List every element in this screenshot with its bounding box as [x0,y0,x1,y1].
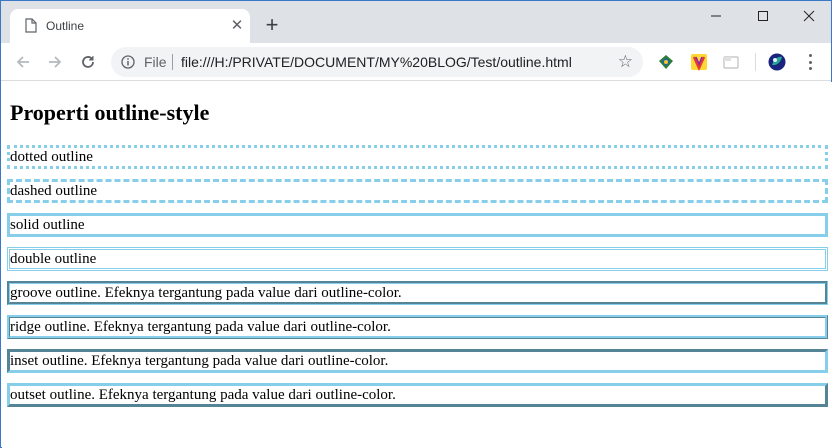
back-arrow-icon [16,56,29,68]
back-button[interactable] [10,49,36,75]
maximize-button[interactable] [740,1,786,31]
extension-icon[interactable] [690,53,708,71]
maximize-icon [758,11,768,21]
address-bar[interactable]: File file:///H:/PRIVATE/DOCUMENT/MY%20BL… [111,47,643,77]
minimize-icon [711,15,721,17]
page-content: Properti outline-style dotted outline da… [2,82,832,448]
tab-strip: Outline ✕ + [1,1,831,43]
dashed-outline-box: dashed outline [7,179,828,203]
extension-icon[interactable] [657,53,675,71]
profile-avatar-icon[interactable] [768,53,786,71]
menu-icon[interactable] [801,52,819,72]
tab-title: Outline [46,19,85,33]
scheme-label: File [144,54,167,70]
star-icon[interactable]: ☆ [618,52,633,72]
reload-icon [82,56,94,68]
page-title: Properti outline-style [10,100,210,125]
groove-outline-box: groove outline. Efeknya tergantung pada … [7,281,828,305]
new-tab-button[interactable]: + [260,14,284,38]
extension-icon[interactable] [722,53,740,71]
scheme-separator [172,54,173,70]
minimize-button[interactable] [693,1,739,31]
inset-outline-box: inset outline. Efeknya tergantung pada v… [7,349,828,373]
url-text[interactable]: file:///H:/PRIVATE/DOCUMENT/MY%20BLOG/Te… [181,54,572,70]
ridge-outline-box: ridge outline. Efeknya tergantung pada v… [7,315,828,339]
dotted-outline-box: dotted outline [7,145,828,169]
forward-arrow-icon [49,56,62,68]
page-icon [25,18,37,33]
toolbar-separator [755,53,756,71]
info-icon[interactable] [121,55,135,69]
outset-outline-box: outset outline. Efeknya tergantung pada … [7,383,828,407]
tab-close-icon[interactable]: ✕ [228,17,246,35]
forward-button[interactable] [42,49,68,75]
tab-outline[interactable]: Outline ✕ [10,9,250,43]
reload-button[interactable] [75,49,101,75]
close-window-button[interactable] [786,1,832,31]
browser-window: Outline ✕ + File file:///H:/PRIVATE/DOCU… [0,0,832,448]
close-icon [803,10,815,22]
solid-outline-box: solid outline [7,213,828,237]
double-outline-box: double outline [7,247,828,271]
browser-toolbar: File file:///H:/PRIVATE/DOCUMENT/MY%20BL… [1,43,831,81]
